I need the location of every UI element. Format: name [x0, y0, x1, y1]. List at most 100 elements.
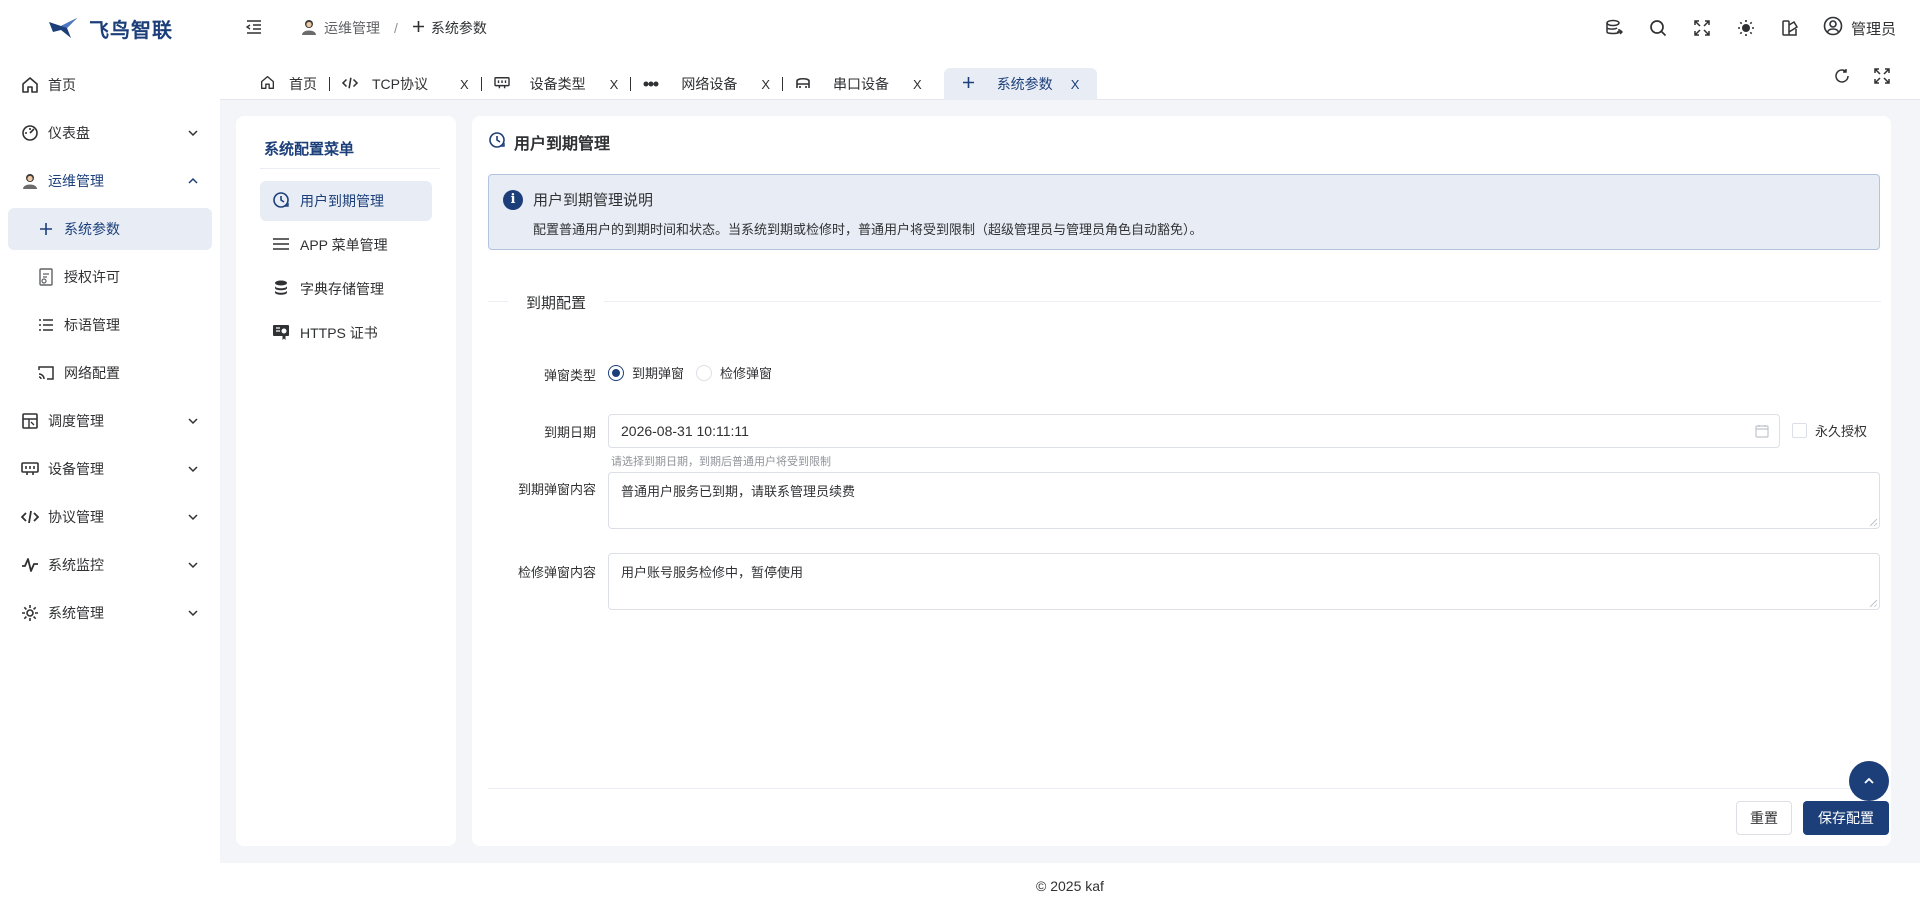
tab-label: 串口设备: [833, 76, 890, 92]
clock-refresh-icon: [272, 191, 290, 212]
layout-icon[interactable]: [1779, 17, 1801, 39]
tab-close-icon[interactable]: X: [913, 77, 922, 92]
tab-close-icon[interactable]: X: [610, 77, 619, 92]
popup-type-label: 弹窗类型: [543, 368, 596, 383]
radio-maintenance-popup[interactable]: [696, 364, 713, 381]
fullscreen-icon[interactable]: [1874, 68, 1890, 87]
sidebar-item-label: 仪表盘: [48, 125, 90, 141]
expire-content-label: 到期弹窗内容: [517, 482, 596, 497]
config-menu-title: 系统配置菜单: [264, 141, 355, 158]
top-bar: 运维管理 / 系统参数 管理员: [220, 0, 1920, 56]
radio-expire-popup[interactable]: [608, 364, 624, 381]
info-alert: i 用户到期管理说明 配置普通用户的到期时间和状态。当系统到期或检修时，普通用户…: [488, 174, 1880, 250]
config-menu-item-app-menu[interactable]: APP 菜单管理: [260, 225, 432, 265]
tab-tcp[interactable]: TCP协议 X: [330, 68, 481, 100]
config-menu-item-https-cert[interactable]: HTTPS 证书: [260, 313, 432, 353]
date-hint: 请选择到期日期，到期后普通用户将受到限制: [611, 456, 831, 468]
checkbox-label: 永久授权: [1815, 424, 1868, 439]
config-menu-item-dictionary[interactable]: 字典存储管理: [260, 269, 432, 309]
radio-label[interactable]: 到期弹窗: [632, 363, 684, 382]
sidebar-item-system[interactable]: 系统管理: [8, 592, 212, 634]
sidebar-item-dashboard[interactable]: 仪表盘: [8, 112, 212, 154]
tabs-bar: 首页 TCP协议 X 设备类型 X 网络设备 X 串口设备 X 系统参数 X: [220, 56, 1920, 100]
sidebar-item-label: 授权许可: [64, 269, 120, 285]
operator-avatar-icon: [300, 18, 318, 39]
plus-icon: [36, 219, 56, 239]
maintenance-content-label: 检修弹窗内容: [517, 565, 596, 580]
operator-avatar-icon: [20, 171, 40, 191]
code-icon: [20, 507, 40, 527]
tab-close-icon[interactable]: X: [460, 77, 469, 92]
config-menu-panel: 系统配置菜单 用户到期管理 APP 菜单管理 字典存储管理 HTTPS 证书: [236, 116, 456, 846]
sidebar-item-label: 系统管理: [48, 605, 104, 621]
tab-system-params[interactable]: 系统参数 X: [943, 68, 1098, 100]
section-title: 到期配置: [508, 292, 605, 313]
database-icon: [272, 279, 290, 300]
tab-label: TCP协议: [372, 76, 428, 92]
chevron-down-icon: [188, 418, 198, 425]
home-icon: [260, 75, 275, 93]
radio-label[interactable]: 检修弹窗: [720, 363, 772, 382]
pulse-icon: [20, 555, 40, 575]
tab-label: 系统参数: [996, 76, 1053, 92]
expire-content-textarea[interactable]: 普通用户服务已到期，请联系管理员续费: [608, 472, 1880, 529]
sidebar-item-ops[interactable]: 运维管理: [8, 160, 212, 202]
sidebar-item-protocol[interactable]: 协议管理: [8, 496, 212, 538]
device-icon: [20, 459, 40, 479]
tab-device-type[interactable]: 设备类型 X: [482, 68, 631, 100]
tab-close-icon[interactable]: X: [761, 77, 770, 92]
tab-close-icon[interactable]: X: [1071, 77, 1080, 92]
refresh-icon[interactable]: [1834, 68, 1850, 87]
sidebar-item-slogan[interactable]: 标语管理: [8, 304, 212, 346]
fullscreen-icon[interactable]: [1691, 17, 1713, 39]
breadcrumb-item[interactable]: 运维管理: [324, 18, 380, 38]
sidebar-item-home[interactable]: 首页: [8, 64, 212, 106]
sidebar-item-monitor[interactable]: 系统监控: [8, 544, 212, 586]
sidebar-item-label: 系统监控: [48, 557, 104, 573]
tab-home[interactable]: 首页: [248, 68, 329, 100]
tab-network-device[interactable]: 网络设备 X: [631, 68, 782, 100]
sidebar-item-schedule[interactable]: 调度管理: [8, 400, 212, 442]
tab-label: 网络设备: [681, 76, 738, 92]
chevron-down-icon: [188, 514, 198, 521]
code-icon: [341, 76, 359, 93]
config-menu-item-user-expiry[interactable]: 用户到期管理: [260, 181, 432, 221]
checkbox[interactable]: [1792, 423, 1807, 438]
expiry-date-input[interactable]: 2026-08-31 10:11:11: [608, 414, 1780, 448]
chevron-down-icon: [188, 610, 198, 617]
permanent-license-checkbox[interactable]: 永久授权: [1792, 421, 1867, 440]
breadcrumb-current: 系统参数: [430, 20, 487, 36]
tab-serial-device[interactable]: 串口设备 X: [783, 68, 934, 100]
tab-label: 设备类型: [529, 76, 586, 92]
config-menu-label: 用户到期管理: [300, 193, 384, 209]
reset-button[interactable]: 重置: [1736, 801, 1792, 835]
breadcrumb-separator: /: [394, 20, 398, 36]
logo[interactable]: 飞鸟智联: [0, 0, 220, 56]
sidebar-item-label: 设备管理: [48, 461, 104, 477]
info-description: 配置普通用户的到期时间和状态。当系统到期或检修时，普通用户将受到限制（超级管理员…: [533, 222, 1203, 237]
sidebar-item-label: 系统参数: [64, 221, 120, 237]
chevron-down-icon: [188, 466, 198, 473]
page-title-text: 用户到期管理: [514, 136, 611, 153]
theme-sun-icon[interactable]: [1735, 17, 1757, 39]
user-icon: [1823, 16, 1843, 40]
sidebar-item-label: 调度管理: [48, 413, 104, 429]
clock-refresh-icon: [488, 131, 506, 154]
save-config-button[interactable]: 保存配置: [1803, 801, 1889, 835]
certificate-icon: [272, 323, 290, 344]
sidebar-item-system-params[interactable]: 系统参数: [8, 208, 212, 250]
maintenance-content-textarea[interactable]: 用户账号服务检修中，暂停使用: [608, 553, 1880, 610]
sidebar-item-label: 标语管理: [64, 317, 120, 333]
database-switch-icon[interactable]: [1603, 17, 1625, 39]
search-icon[interactable]: [1647, 17, 1669, 39]
sidebar-item-license[interactable]: 授权许可: [8, 256, 212, 298]
date-value: 2026-08-31 10:11:11: [621, 423, 749, 439]
user-menu[interactable]: 管理员: [1823, 16, 1896, 40]
bird-logo-icon: [49, 18, 77, 38]
network-device-icon: [643, 76, 659, 92]
collapse-menu-icon[interactable]: [245, 19, 262, 37]
back-to-top-button[interactable]: [1849, 761, 1889, 801]
chevron-up-icon: [1864, 777, 1874, 784]
sidebar-item-network[interactable]: 网络配置: [8, 352, 212, 394]
sidebar-item-device[interactable]: 设备管理: [8, 448, 212, 490]
